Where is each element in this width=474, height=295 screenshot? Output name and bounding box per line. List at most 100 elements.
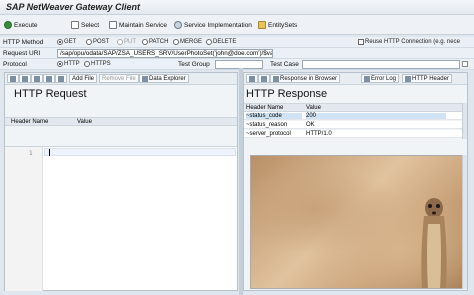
http-label: HTTP <box>64 61 80 67</box>
put-label: PUT <box>124 39 136 45</box>
http-header-label: HTTP Header <box>412 75 449 82</box>
request-uri-row: Request URI /sap/opu/odata/SAP/ZSA_USERS… <box>0 48 474 59</box>
header-value-cell: OK <box>306 122 315 128</box>
http-header-button[interactable]: HTTP Header <box>402 74 452 83</box>
response-in-browser-label: Response in Browser <box>280 75 338 82</box>
response-col-value: Value <box>306 105 321 111</box>
test-case-input[interactable] <box>302 60 460 69</box>
main-toolbar: Execute Select Maintain Service Service … <box>0 15 474 35</box>
reuse-connection-checkbox[interactable]: Reuse HTTP Connection (e.g. nece <box>358 39 460 45</box>
http-header-icon <box>405 75 411 82</box>
delete-header-icon[interactable] <box>43 74 55 83</box>
data-explorer-label: Data Explorer <box>149 75 186 82</box>
radio-icon <box>57 39 63 45</box>
merge-label: MERGE <box>180 39 203 45</box>
maintain-icon <box>109 21 117 29</box>
line-number: 1 <box>29 150 33 157</box>
select-label: Select <box>81 21 100 29</box>
header-name-cell: ~status_reason <box>246 122 288 128</box>
table-row[interactable]: ~server_protocol HTTP/1.0 <box>244 130 467 138</box>
display-icon[interactable] <box>19 74 31 83</box>
radio-icon <box>86 39 92 45</box>
error-log-label: Error Log <box>371 75 397 82</box>
checkbox-icon <box>358 39 364 45</box>
radio-icon <box>57 61 63 67</box>
method-merge-radio[interactable]: MERGE <box>173 39 202 45</box>
data-explorer-button[interactable]: Data Explorer <box>139 74 189 83</box>
add-file-label: Add File <box>72 75 95 82</box>
response-header-table-head: Header Name Value <box>244 103 467 112</box>
execute-button[interactable]: Execute <box>4 19 38 31</box>
protocol-http-radio[interactable]: HTTP <box>57 61 80 67</box>
app-title: SAP NetWeaver Gateway Client <box>6 2 141 12</box>
http-method-label: HTTP Method <box>3 39 44 46</box>
error-log-button[interactable]: Error Log <box>361 74 400 83</box>
current-line <box>44 148 236 156</box>
maintain-service-button[interactable]: Maintain Service <box>109 19 167 31</box>
https-label: HTTPS <box>91 61 111 67</box>
response-display-icon[interactable] <box>258 74 270 83</box>
execute-label: Execute <box>14 21 38 29</box>
explorer-icon <box>142 75 148 82</box>
service-implementation-button[interactable]: Service Implementation <box>174 19 252 31</box>
protocol-row: Protocol HTTP HTTPS Test Group Test Case <box>0 59 474 70</box>
remove-file-button[interactable]: Remove File <box>99 74 139 83</box>
radio-icon <box>117 39 123 45</box>
test-group-label: Test Group <box>178 61 210 68</box>
response-table-scrollbar[interactable] <box>462 103 467 139</box>
header-value-cell: HTTP/1.0 <box>306 131 332 137</box>
maintain-service-label: Maintain Service <box>119 21 168 29</box>
delete-row-icon <box>46 75 52 82</box>
add-row-icon <box>34 75 40 82</box>
method-get-radio[interactable]: GET <box>57 39 76 45</box>
table-row[interactable]: ~status_code 200 <box>244 112 467 120</box>
request-toolbar: Add File Remove File Data Explorer <box>5 73 237 85</box>
request-col-value: Value <box>77 119 92 125</box>
protocol-label: Protocol <box>3 61 27 68</box>
header-name-cell: ~status_code <box>246 113 302 119</box>
request-title: HTTP Request <box>14 88 87 100</box>
request-body-editor[interactable]: 1 <box>5 146 237 291</box>
post-label: POST <box>93 39 110 45</box>
test-case-label: Test Case <box>270 61 299 68</box>
edit-icon[interactable] <box>7 74 19 83</box>
response-photo <box>250 155 463 289</box>
request-uri-input[interactable]: /sap/opu/odata/SAP/ZSA_USERS_SRV/UserPho… <box>57 49 273 58</box>
response-image-scrollbar[interactable] <box>462 155 467 289</box>
service-implementation-label: Service Implementation <box>184 21 252 29</box>
protocol-https-radio[interactable]: HTTPS <box>84 61 111 67</box>
gear-icon <box>174 21 182 29</box>
request-header-table-head: Header Name Value <box>5 117 237 126</box>
method-post-radio[interactable]: POST <box>86 39 109 45</box>
method-put-radio[interactable]: PUT <box>117 39 136 45</box>
response-in-browser-button[interactable]: Response in Browser <box>270 74 341 83</box>
error-log-icon <box>364 75 370 82</box>
title-bar: SAP NetWeaver Gateway Client <box>0 0 474 15</box>
add-header-icon[interactable] <box>31 74 43 83</box>
glasses-icon <box>261 75 267 82</box>
method-delete-radio[interactable]: DELETE <box>206 39 236 45</box>
delete-label: DELETE <box>213 39 237 45</box>
copy-doc-icon <box>58 75 64 82</box>
add-file-button[interactable]: Add File <box>69 74 98 83</box>
response-edit-icon[interactable] <box>246 74 258 83</box>
radio-icon <box>142 39 148 45</box>
expand-icon[interactable] <box>462 61 468 67</box>
entitysets-button[interactable]: EntitySets <box>258 19 297 31</box>
glasses-icon <box>22 75 28 82</box>
response-pane: Response in Browser Error Log HTTP Heade… <box>243 72 468 291</box>
radio-icon <box>84 61 90 67</box>
get-label: GET <box>64 39 77 45</box>
remove-file-label: Remove File <box>102 75 136 82</box>
copy-icon[interactable] <box>55 74 67 83</box>
table-row[interactable]: ~status_reason OK <box>244 121 467 129</box>
request-col-name: Header Name <box>11 119 49 125</box>
select-button[interactable]: Select <box>71 19 99 31</box>
entitysets-icon <box>258 21 266 29</box>
radio-icon <box>206 39 212 45</box>
method-patch-radio[interactable]: PATCH <box>142 39 168 45</box>
text-cursor <box>49 149 50 156</box>
request-uri-label: Request URI <box>3 50 41 57</box>
patch-label: PATCH <box>149 39 169 45</box>
response-title: HTTP Response <box>246 88 328 100</box>
